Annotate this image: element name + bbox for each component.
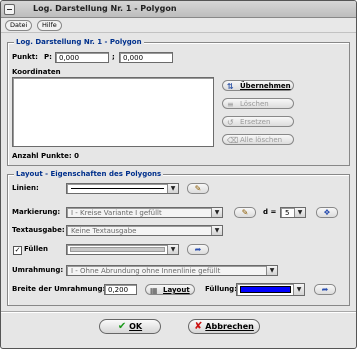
border-label: Umrahmung: xyxy=(12,266,64,274)
border-width-input[interactable]: 0,200 xyxy=(104,284,137,295)
line-preview xyxy=(71,188,164,189)
line-pen-button[interactable]: ✎ xyxy=(187,183,209,194)
text-output-select[interactable]: Keine Textausgabe ▼ xyxy=(66,225,223,236)
replace-button[interactable]: ↺ Ersetzen xyxy=(222,116,294,127)
point-count: Anzahl Punkte: 0 xyxy=(12,152,79,160)
fill-brush-button[interactable]: ➦ xyxy=(187,244,209,255)
cancel-button[interactable]: ✘ Abbrechen xyxy=(188,319,260,334)
menu-datei[interactable]: Datei xyxy=(5,20,33,31)
coordinates-label: Koordinaten xyxy=(12,68,61,76)
footer-divider xyxy=(1,311,356,312)
x-coordinate-input[interactable]: 0,000 xyxy=(55,52,109,63)
checkmark-icon: ✔ xyxy=(117,321,127,332)
chevron-down-icon: ▼ xyxy=(294,208,305,217)
border-width-label: Breite der Umrahmung: xyxy=(12,285,106,293)
border-style-select[interactable]: I - Ohne Abrundung ohne Innenlinie gefül… xyxy=(66,265,278,276)
y-coordinate-input[interactable]: 0,000 xyxy=(119,52,173,63)
layout-group-legend: Layout - Eigenschaften des Polygons xyxy=(14,170,164,178)
polygon-group: Log. Darstellung Nr. 1 - Polygon Punkt: … xyxy=(7,38,350,166)
polygon-group-legend: Log. Darstellung Nr. 1 - Polygon xyxy=(14,38,144,46)
fill-pattern-select[interactable]: ▼ xyxy=(66,244,179,255)
chevron-down-icon: ▼ xyxy=(293,284,304,295)
chevron-down-icon: ▼ xyxy=(167,245,178,254)
fill-pattern-preview xyxy=(70,247,165,252)
pen-icon: ✎ xyxy=(241,208,249,217)
fill-checkbox[interactable]: ✓ xyxy=(13,246,22,255)
replace-icon: ↺ xyxy=(227,118,234,127)
d-label: d = xyxy=(263,208,277,216)
delete-icon: ≡ xyxy=(227,100,234,109)
filling-brush-button[interactable]: ➦ xyxy=(314,284,336,295)
filling-color-swatch xyxy=(240,286,291,293)
dialog-window: Log. Darstellung Nr. 1 - Polygon Datei H… xyxy=(0,0,357,349)
window-title: Log. Darstellung Nr. 1 - Polygon xyxy=(33,4,177,13)
take-over-icon: ⇅ xyxy=(227,82,234,91)
marking-label: Markierung: xyxy=(12,208,61,216)
p-label: P: xyxy=(44,53,52,61)
chevron-down-icon: ▼ xyxy=(266,266,277,275)
layout-button[interactable]: ▦ Layout xyxy=(145,284,195,295)
d-size-select[interactable]: 5 ▼ xyxy=(280,207,306,218)
layout-icon: ▦ xyxy=(150,286,158,295)
window-menu-icon[interactable] xyxy=(4,4,15,15)
marker-shape-button[interactable]: ❖ xyxy=(316,207,338,218)
title-bar: Log. Darstellung Nr. 1 - Polygon xyxy=(1,1,356,18)
filling-label: Füllung: xyxy=(205,285,237,293)
point-label: Punkt: xyxy=(12,53,38,61)
text-output-label: Textausgabe: xyxy=(12,226,65,234)
marking-select[interactable]: I - Kreise Variante I gefüllt ▼ xyxy=(66,207,223,218)
line-style-select[interactable]: ▼ xyxy=(66,183,179,194)
pen-icon: ✎ xyxy=(194,184,202,193)
marker-shapes-icon: ❖ xyxy=(323,208,331,217)
coord-separator: ; xyxy=(112,53,115,61)
cross-icon: ✘ xyxy=(194,321,203,332)
delete-all-button[interactable]: ⌫ Alle löschen xyxy=(222,134,294,145)
menu-hilfe[interactable]: Hilfe xyxy=(37,20,62,31)
fill-label: Füllen xyxy=(24,245,48,253)
brush-icon: ➦ xyxy=(194,245,202,254)
coordinates-listbox[interactable] xyxy=(12,77,214,147)
chevron-down-icon: ▼ xyxy=(211,226,222,235)
delete-button[interactable]: ≡ Löschen xyxy=(222,98,294,109)
take-over-button[interactable]: ⇅ Übernehmen xyxy=(222,80,294,91)
trash-icon: ⌫ xyxy=(227,136,239,145)
lines-label: Linien: xyxy=(12,184,39,192)
ok-button[interactable]: ✔ OK xyxy=(99,319,161,334)
chevron-down-icon: ▼ xyxy=(211,208,222,217)
chevron-down-icon: ▼ xyxy=(167,184,178,193)
marking-pen-button[interactable]: ✎ xyxy=(234,207,256,218)
filling-color-select[interactable]: ▼ xyxy=(236,283,305,296)
menu-bar: Datei Hilfe xyxy=(1,18,356,33)
brush-icon: ➦ xyxy=(321,285,329,294)
layout-group: Layout - Eigenschaften des Polygons Lini… xyxy=(7,170,350,306)
